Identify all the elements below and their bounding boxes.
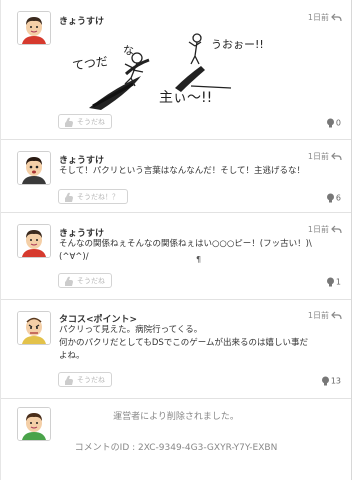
yeah-button[interactable]: そうだね [58,372,112,387]
drawing-text: 主ぃ〜!! [159,90,212,106]
deleted-message: 運営者により削除されました。 [113,412,239,422]
post-time: 1日前 [307,225,329,234]
post-text-line: 何かのパクリだとしてもDSでこのゲームが出来るのは嬉しい事だ [59,338,309,348]
comment-id: コメントのID : 2XC-9349-4G3-GXYR-Y7Y-EXBN [74,443,278,453]
empathy-bulb-icon [326,193,334,203]
drawing-text: うおぉー!! [211,38,264,51]
yeah-label: そうだね！？ [77,193,119,201]
post-time: 1日前 [307,13,329,22]
empathy-count: 1 [326,277,341,287]
post-feed: きょうすけ 1日前 てつだ な うおぉー!! 主ぃ〜!! そうだね 0 きょうす… [0,0,352,480]
reply-arrow-icon[interactable] [331,13,342,22]
avatar[interactable] [17,224,51,258]
avatar[interactable] [17,151,51,185]
yeah-button[interactable]: そうだね！？ [58,189,128,204]
yeah-hand-icon [65,276,73,286]
post-text-line: よね。 [59,351,85,361]
empathy-count: 6 [326,193,341,203]
drawing-text: てつだ [71,54,108,73]
yeah-label: そうだね [77,277,105,285]
reply-arrow-icon[interactable] [331,152,342,161]
post-item[interactable]: きょうすけ 1日前 そんなの関係ねぇそんなの関係ねぇはい○○○ピー！(フッ古い！… [1,213,351,300]
yeah-hand-icon [65,117,73,127]
reply-arrow-icon[interactable] [331,311,342,320]
empathy-bulb-icon [321,376,329,386]
post-item[interactable]: きょうすけ 1日前 てつだ な うおぉー!! 主ぃ〜!! そうだね 0 [1,0,351,140]
post-item[interactable]: きょうすけ 1日前 そして！パクリという言葉はなんなんだ！そして！主逃げるな！ … [1,140,351,213]
empathy-bulb-icon [326,277,334,287]
post-time: 1日前 [307,311,329,320]
yeah-hand-icon [65,375,73,385]
pilcrow-mark: ¶ [196,255,202,264]
handwritten-drawing: てつだ な うおぉー!! 主ぃ〜!! [71,33,264,110]
yeah-label: そうだね [77,376,105,384]
post-item[interactable]: タコス<ポイント> 1日前 パクリって見えた。病院行ってくる。 何かのパクリだと… [1,300,351,399]
yeah-button[interactable]: そうだね [58,273,112,288]
post-item-deleted: 運営者により削除されました。 コメントのID : 2XC-9349-4G3-GX… [1,399,351,480]
reply-arrow-icon[interactable] [331,225,342,234]
avatar[interactable] [17,11,51,45]
yeah-button[interactable]: そうだね [58,114,112,129]
yeah-hand-icon [65,192,73,202]
post-text-line: そんなの関係ねぇそんなの関係ねぇはい○○○ピー！(フッ古い！)\ [59,239,312,249]
empathy-count: 0 [326,118,341,128]
post-text-line: パクリって見えた。病院行ってくる。 [59,325,203,335]
yeah-label: そうだね [77,118,105,126]
post-text: そして！パクリという言葉はなんなんだ！そして！主逃げるな！ [59,166,305,176]
post-time: 1日前 [307,152,329,161]
drawing-text: な [123,44,134,57]
avatar[interactable] [17,311,51,345]
empathy-count: 13 [321,376,341,386]
empathy-bulb-icon [326,118,334,128]
